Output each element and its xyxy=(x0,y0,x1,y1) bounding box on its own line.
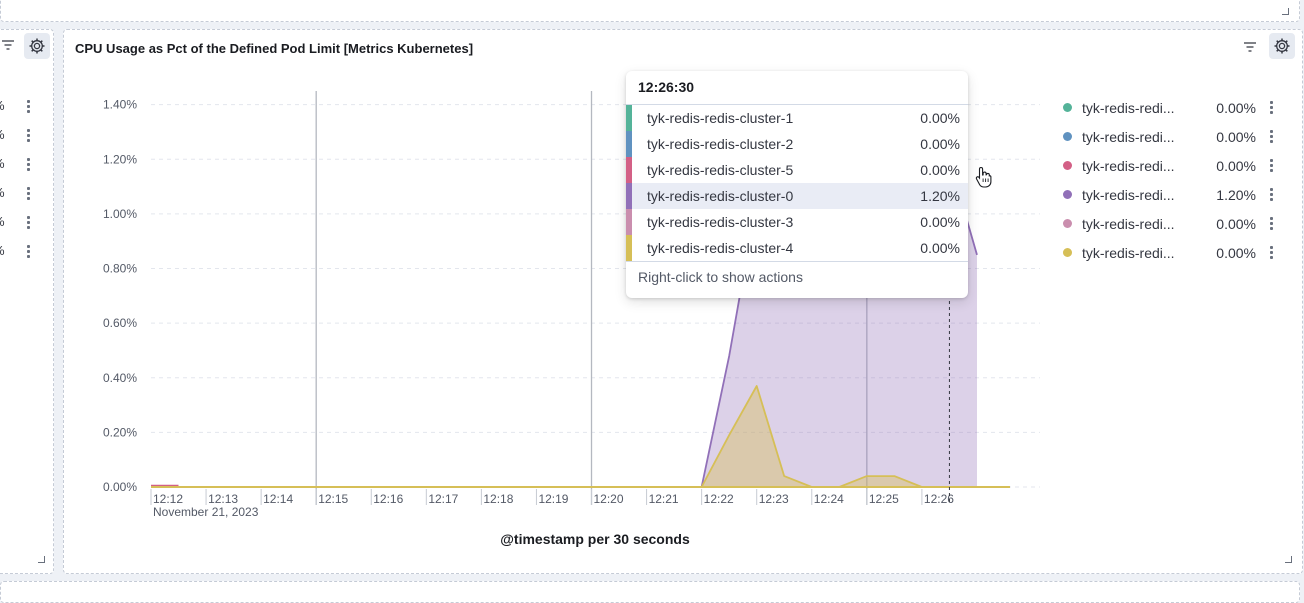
tooltip-row: tyk-redis-redis-cluster-2 0.00% xyxy=(626,131,968,157)
legend-menu-icon[interactable] xyxy=(27,245,30,260)
left-legend-value: % xyxy=(0,98,5,113)
tooltip-swatch xyxy=(626,131,632,157)
tooltip-series-name: tyk-redis-redis-cluster-5 xyxy=(647,162,794,178)
tooltip-time: 12:26:30 xyxy=(626,71,968,105)
legend-menu-icon[interactable] xyxy=(1270,101,1274,116)
legend-color-swatch xyxy=(1063,248,1072,257)
legend-menu-icon[interactable] xyxy=(1270,217,1274,232)
tooltip-series-name: tyk-redis-redis-cluster-0 xyxy=(647,188,794,204)
legend-menu-icon[interactable] xyxy=(1270,159,1274,174)
tooltip-swatch xyxy=(626,183,632,209)
tooltip-series-name: tyk-redis-redis-cluster-1 xyxy=(647,110,794,126)
legend-menu-icon[interactable] xyxy=(27,100,30,115)
gear-icon[interactable] xyxy=(24,33,50,59)
resize-handle-icon[interactable] xyxy=(1282,8,1289,15)
resize-handle-icon[interactable] xyxy=(1285,556,1292,563)
legend-color-swatch xyxy=(1063,103,1072,112)
legend-color-swatch xyxy=(1063,161,1072,170)
tooltip-footer: Right-click to show actions xyxy=(626,261,968,294)
legend-label: tyk-redis-redi... xyxy=(1082,186,1175,203)
legend-label: tyk-redis-redi... xyxy=(1082,244,1175,261)
legend-value: 0.00% xyxy=(1216,244,1256,261)
legend-menu-icon[interactable] xyxy=(27,129,30,144)
tooltip-series-name: tyk-redis-redis-cluster-3 xyxy=(647,214,794,230)
gear-icon[interactable] xyxy=(1269,33,1295,59)
left-legend-value: % xyxy=(0,214,5,229)
legend-value: 0.00% xyxy=(1216,157,1256,174)
left-panel: % % % % % % xyxy=(0,29,54,574)
legend-menu-icon[interactable] xyxy=(27,158,30,173)
legend-item[interactable]: tyk-redis-redi... 0.00% xyxy=(1059,238,1279,267)
legend-menu-icon[interactable] xyxy=(27,187,30,202)
tooltip-series-value: 0.00% xyxy=(920,110,960,126)
tooltip-swatch xyxy=(626,157,632,183)
tooltip-row: tyk-redis-redis-cluster-0 1.20% xyxy=(626,183,968,209)
legend-menu-icon[interactable] xyxy=(1270,188,1274,203)
legend-color-swatch xyxy=(1063,190,1072,199)
tooltip-row: tyk-redis-redis-cluster-5 0.00% xyxy=(626,157,968,183)
legend-label: tyk-redis-redi... xyxy=(1082,215,1175,232)
legend-color-swatch xyxy=(1063,132,1072,141)
tooltip-series-value: 0.00% xyxy=(920,136,960,152)
left-legend-value: % xyxy=(0,243,5,258)
legend-value: 1.20% xyxy=(1216,186,1256,203)
chart-legend: tyk-redis-redi... 0.00% tyk-redis-redi..… xyxy=(1059,93,1279,267)
filter-icon[interactable] xyxy=(0,32,21,58)
tooltip-series-name: tyk-redis-redis-cluster-4 xyxy=(647,240,794,256)
legend-menu-icon[interactable] xyxy=(1270,130,1274,145)
legend-value: 0.00% xyxy=(1216,99,1256,116)
left-legend-value: % xyxy=(0,185,5,200)
tooltip-row: tyk-redis-redis-cluster-1 0.00% xyxy=(626,105,968,131)
tooltip-series-value: 1.20% xyxy=(920,188,960,204)
legend-item[interactable]: tyk-redis-redi... 0.00% xyxy=(1059,122,1279,151)
legend-label: tyk-redis-redi... xyxy=(1082,99,1175,116)
resize-handle-icon[interactable] xyxy=(38,556,45,563)
legend-value: 0.00% xyxy=(1216,128,1256,145)
legend-label: tyk-redis-redi... xyxy=(1082,128,1175,145)
legend-item[interactable]: tyk-redis-redi... 0.00% xyxy=(1059,209,1279,238)
legend-color-swatch xyxy=(1063,219,1072,228)
hand-pointer-icon xyxy=(975,166,992,188)
legend-value: 0.00% xyxy=(1216,215,1256,232)
top-panel xyxy=(0,0,1300,22)
tooltip-series-name: tyk-redis-redis-cluster-2 xyxy=(647,136,794,152)
tooltip-swatch xyxy=(626,105,632,131)
left-legend-value: % xyxy=(0,127,5,142)
left-legend-value: % xyxy=(0,156,5,171)
tooltip-row: tyk-redis-redis-cluster-3 0.00% xyxy=(626,209,968,235)
legend-item[interactable]: tyk-redis-redi... 0.00% xyxy=(1059,151,1279,180)
legend-menu-icon[interactable] xyxy=(27,216,30,231)
tooltip-swatch xyxy=(626,209,632,235)
filter-icon[interactable] xyxy=(1237,34,1263,60)
chart-tooltip: 12:26:30 tyk-redis-redis-cluster-1 0.00%… xyxy=(626,71,968,298)
legend-item[interactable]: tyk-redis-redi... 0.00% xyxy=(1059,93,1279,122)
tooltip-row: tyk-redis-redis-cluster-4 0.00% xyxy=(626,235,968,261)
tooltip-series-value: 0.00% xyxy=(920,240,960,256)
panel-title: CPU Usage as Pct of the Defined Pod Limi… xyxy=(75,41,474,56)
legend-menu-icon[interactable] xyxy=(1270,246,1274,261)
tooltip-swatch xyxy=(626,235,632,261)
legend-item[interactable]: tyk-redis-redi... 1.20% xyxy=(1059,180,1279,209)
tooltip-series-value: 0.00% xyxy=(920,162,960,178)
legend-label: tyk-redis-redi... xyxy=(1082,157,1175,174)
bottom-panel xyxy=(0,581,1300,603)
tooltip-series-value: 0.00% xyxy=(920,214,960,230)
